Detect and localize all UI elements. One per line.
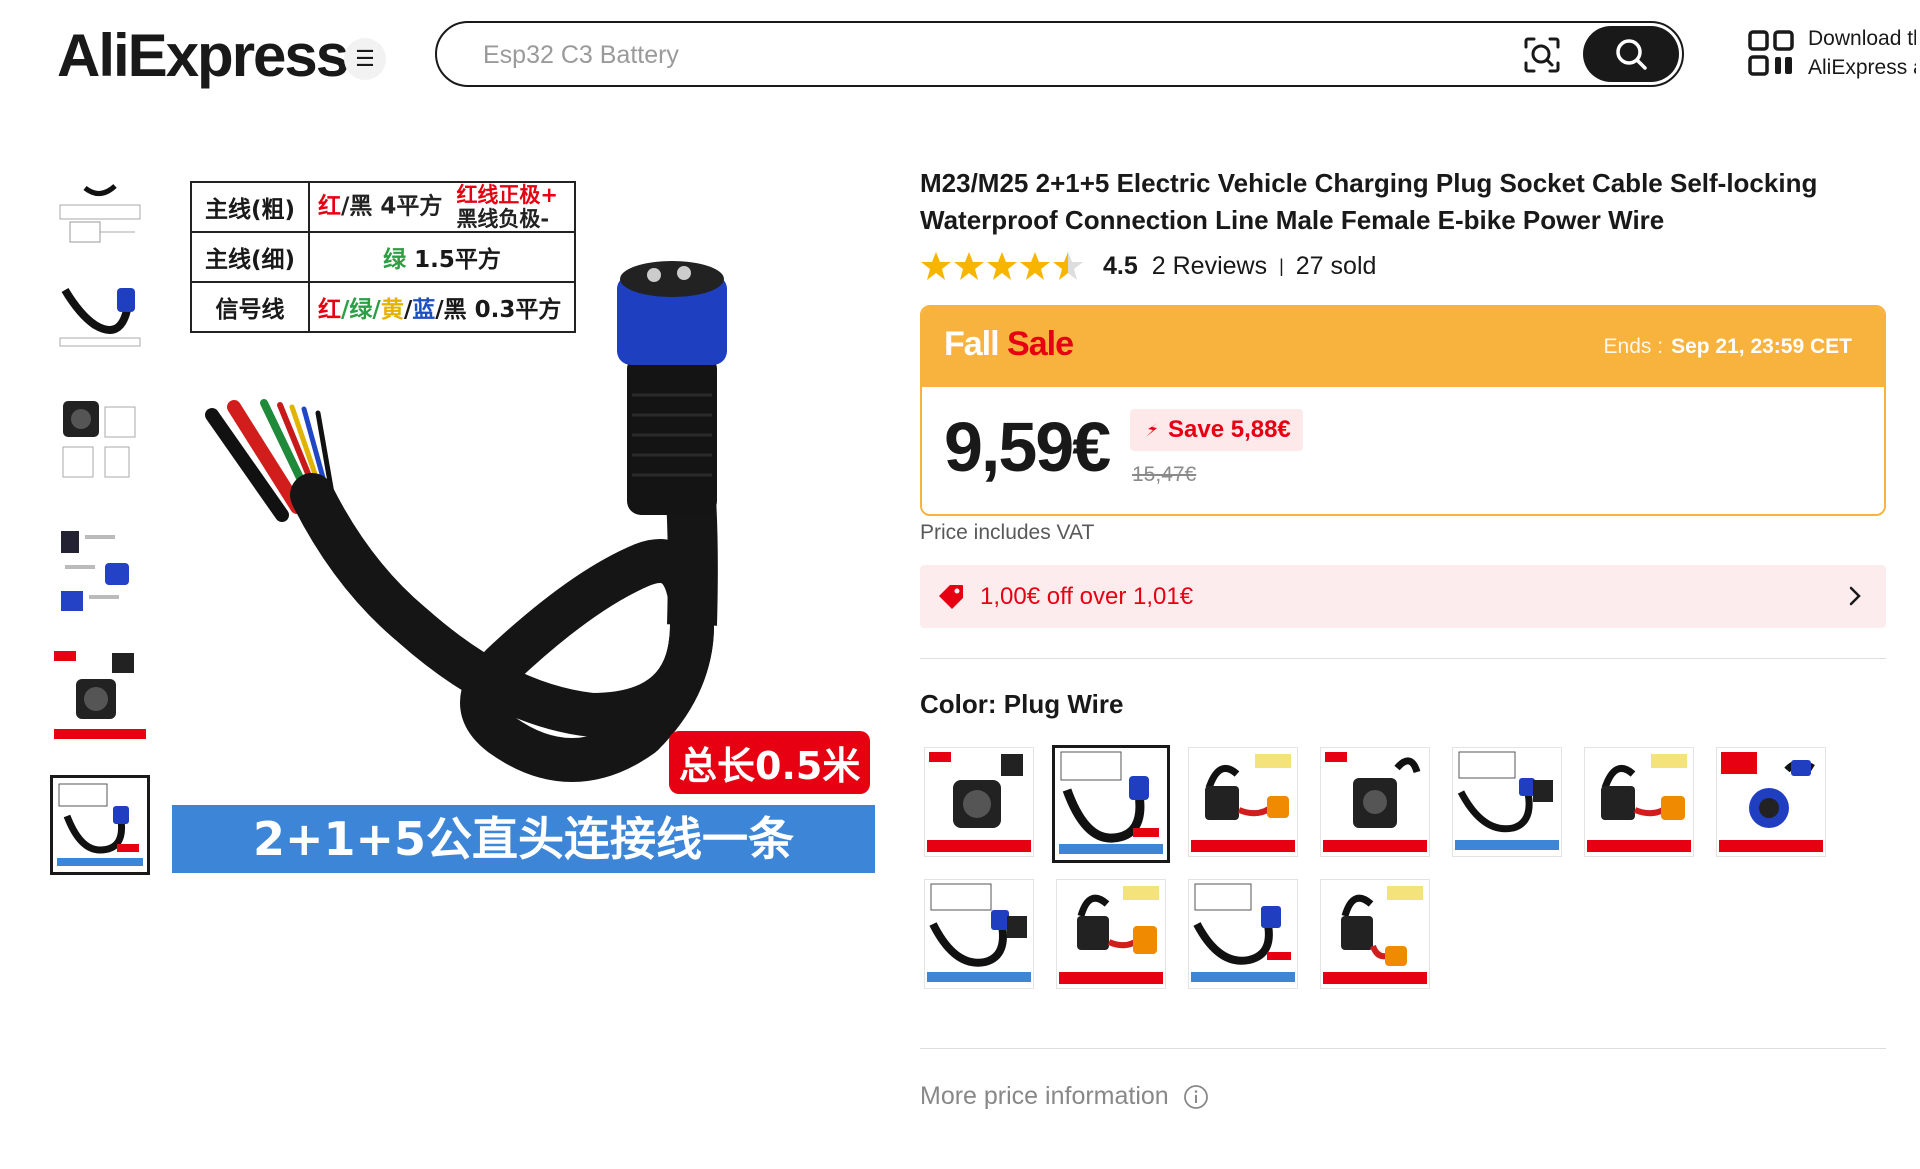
spec-value-1: 红/黑 4平方 红线正极+ 黑线负极-	[308, 181, 576, 233]
aliexpress-logo[interactable]: AliExpress	[57, 20, 349, 92]
swatch-9-image	[1059, 886, 1163, 984]
ends-date: Sep 21, 23:59 CET	[1671, 335, 1852, 358]
cable-thumbnail-image	[59, 287, 141, 347]
color-label-value: Plug Wire	[1003, 689, 1124, 719]
search-button[interactable]	[1583, 26, 1679, 82]
swatch-9[interactable]	[1056, 879, 1166, 989]
discount-arrow-icon	[1146, 423, 1158, 437]
spec-note-negative: 黑线负极-	[456, 207, 550, 231]
swatch-7-image	[1719, 752, 1823, 852]
swatch-3-image	[1191, 754, 1295, 852]
search-icon	[1616, 39, 1647, 70]
separator: |	[1279, 255, 1284, 276]
image-banner: 2+1+5公直头连接线一条	[172, 805, 875, 873]
thumbnail-2[interactable]	[50, 265, 150, 365]
diagram-thumbnail-image	[59, 184, 141, 243]
reviews-link[interactable]: 2 Reviews	[1152, 252, 1267, 281]
swatch-10-image	[1191, 883, 1295, 982]
swatch-2-selected[interactable]	[1052, 745, 1170, 863]
download-app-link[interactable]: Download the AliExpress app	[1748, 24, 1916, 82]
swatch-8[interactable]	[924, 879, 1034, 989]
swatch-1[interactable]	[924, 747, 1034, 857]
star-icon	[987, 252, 1017, 280]
vat-note: Price includes VAT	[920, 521, 1095, 544]
download-line-2: AliExpress app	[1808, 56, 1916, 79]
swatch-8-image	[927, 883, 1031, 982]
qr-code-icon	[1748, 30, 1794, 76]
fall-sale-card: Fall Sale Ends : Sep 21, 23:59 CET 9,59€ …	[920, 305, 1886, 516]
star-rating[interactable]	[920, 250, 1085, 282]
swatch-7[interactable]	[1716, 747, 1826, 857]
color-label: Color: Plug Wire	[920, 689, 1123, 720]
feature-thumbnail-image	[61, 531, 129, 611]
sale-label-word-1: Fall	[944, 325, 1000, 363]
socket-thumbnail-image	[62, 401, 136, 478]
swatch-11[interactable]	[1320, 879, 1430, 989]
chevron-right-icon	[1849, 586, 1861, 606]
rating-value: 4.5	[1103, 251, 1138, 280]
coupon-banner[interactable]: 1,00€ off over 1,01€	[920, 565, 1886, 628]
current-price: 9,59€	[944, 408, 1111, 486]
plug-wire-thumbnail-image	[57, 783, 143, 866]
top-header: AliExpress ☰ Download the AliExpress ap	[0, 0, 1920, 110]
female-socket-thumbnail-image	[54, 651, 146, 739]
sale-ends: Ends : Sep 21, 23:59 CET	[1604, 335, 1852, 359]
more-price-text: More price information	[920, 1082, 1169, 1110]
star-icon	[1020, 252, 1050, 280]
thumbnail-6-selected[interactable]	[50, 775, 150, 875]
swatch-10[interactable]	[1188, 879, 1298, 989]
swatch-6[interactable]	[1584, 747, 1694, 857]
thumbnail-5[interactable]	[50, 645, 150, 745]
swatch-6-image	[1587, 754, 1691, 852]
sale-label: Fall Sale	[944, 325, 1074, 364]
swatch-5-image	[1455, 751, 1559, 850]
color-label-key: Color:	[920, 689, 997, 719]
divider-2	[920, 1048, 1886, 1049]
star-icon	[954, 252, 984, 280]
thumbnail-3[interactable]	[50, 390, 150, 490]
spec-value-1-text: /黑 4平方	[341, 193, 443, 220]
spec-head-1: 主线(粗)	[190, 181, 310, 233]
menu-button[interactable]: ☰	[344, 38, 386, 80]
thumbnail-4[interactable]	[50, 520, 150, 620]
length-tag: 总长0.5米	[669, 731, 871, 794]
coupon-tag-icon	[939, 584, 963, 609]
spec-red-text: 红	[318, 193, 341, 220]
price-body: 9,59€ Save 5,88€ 15,47€	[922, 387, 1884, 514]
coupon-text: 1,00€ off over 1,01€	[980, 582, 1194, 610]
divider-1	[920, 658, 1886, 659]
info-icon[interactable]	[1183, 1084, 1209, 1110]
more-price-info[interactable]: More price information	[920, 1082, 1209, 1111]
star-icon	[921, 252, 951, 280]
image-search-icon[interactable]	[1522, 35, 1562, 75]
swatch-4[interactable]	[1320, 747, 1430, 857]
star-icon	[1053, 252, 1083, 280]
save-amount: Save 5,88€	[1168, 416, 1291, 443]
swatch-1-image	[927, 752, 1031, 852]
sold-count: 27 sold	[1295, 251, 1377, 280]
spec-note-positive: 红线正极+	[456, 183, 559, 207]
save-badge: Save 5,88€	[1130, 409, 1303, 451]
swatch-4-image	[1323, 752, 1427, 852]
main-product-image[interactable]: 主线(粗) 红/黑 4平方 红线正极+ 黑线负极- 主线(细) 绿 1.5平方 …	[172, 165, 875, 873]
swatch-2-image	[1059, 751, 1163, 854]
product-title: M23/M25 2+1+5 Electric Vehicle Charging …	[920, 168, 1818, 235]
product-info: M23/M25 2+1+5 Electric Vehicle Charging …	[920, 165, 1886, 1110]
swatch-11-image	[1323, 886, 1427, 984]
original-price: 15,47€	[1132, 463, 1197, 486]
rating-row: 4.5 2 Reviews | 27 sold	[920, 250, 1376, 282]
swatch-3[interactable]	[1188, 747, 1298, 857]
swatch-5[interactable]	[1452, 747, 1562, 857]
thumbnail-1[interactable]	[50, 165, 150, 265]
ends-label: Ends :	[1603, 335, 1664, 358]
hamburger-icon: ☰	[355, 46, 375, 71]
sale-label-word-2: Sale	[1007, 325, 1074, 363]
download-line-1: Download the	[1808, 27, 1916, 50]
search-bar	[435, 21, 1684, 87]
search-input[interactable]	[481, 37, 1381, 73]
sale-header: Fall Sale Ends : Sep 21, 23:59 CET	[922, 307, 1884, 387]
